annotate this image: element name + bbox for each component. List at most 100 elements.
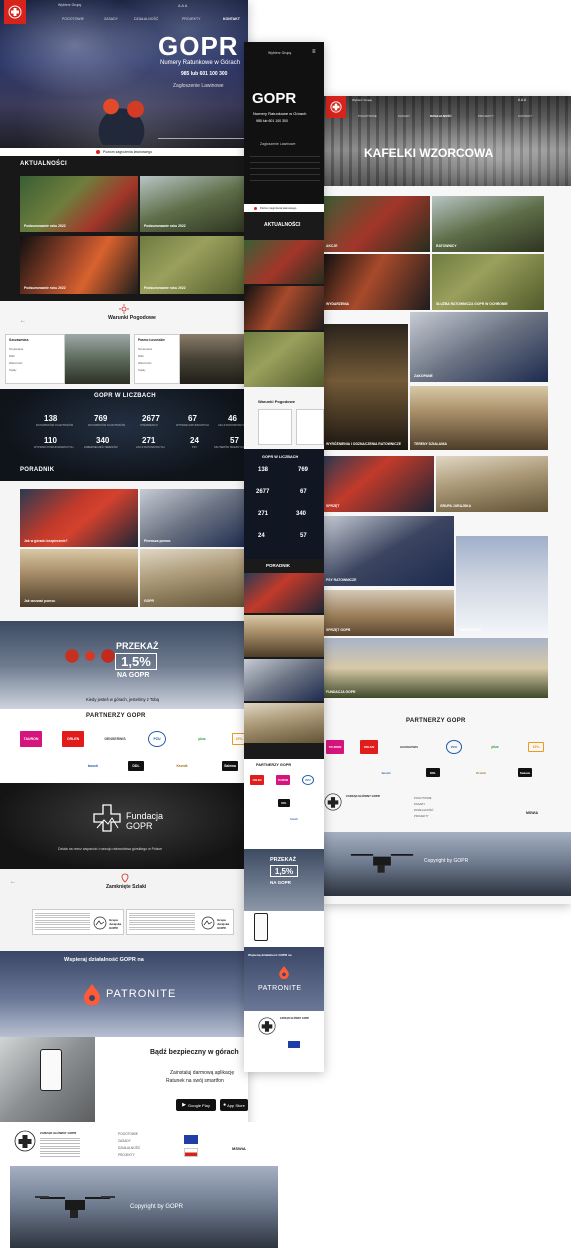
tile-card[interactable]: SŁUŻBA RATOWNICZA GOPR W OCHRONIE bbox=[432, 254, 544, 310]
stat-number: 138 bbox=[44, 414, 58, 423]
tile-card[interactable]: SPRZĘT GOPR bbox=[322, 590, 454, 636]
tile-card[interactable]: RATOWNICY bbox=[432, 196, 544, 252]
hero-signup[interactable]: Zagłoszenie Lawinowe bbox=[173, 83, 224, 89]
partner-logo-ddl[interactable]: DDL bbox=[128, 761, 144, 771]
partner-logo-plus[interactable]: plus bbox=[190, 733, 214, 745]
partner-logo-ddl[interactable]: DDL bbox=[278, 799, 290, 807]
mobile-promo[interactable]: PRZEKAŻ 1,5% NA GOPR bbox=[244, 849, 324, 911]
guide-card[interactable]: Pierwsza pomoc bbox=[140, 489, 248, 547]
partner-logo-tauron[interactable]: TAURON bbox=[276, 775, 290, 785]
partner-logo-15[interactable]: 15% bbox=[528, 742, 544, 752]
guide-card[interactable]: Jak w górach bezpiecznie? bbox=[20, 489, 138, 547]
mobile-news: AKTUALNOŚCI bbox=[244, 212, 324, 387]
tile-card[interactable]: ZAKOPANE bbox=[410, 312, 548, 382]
mobile-promo-percent: 1,5% bbox=[274, 866, 294, 876]
font-size-controls[interactable]: A A A bbox=[518, 98, 526, 102]
partner-logo-tauron[interactable]: TAURON bbox=[20, 731, 42, 747]
footer-link[interactable]: DZIAŁALNOŚĆ bbox=[414, 808, 433, 812]
closed-trail-card[interactable]: Grupa Jurajska GOPR bbox=[126, 909, 234, 935]
tile-card[interactable]: TERENY DZIAŁANIA bbox=[410, 386, 548, 450]
partner-logo-kronik[interactable]: Kronik bbox=[172, 761, 192, 771]
nav-item-dzialalnosc[interactable]: DZIAŁALNOŚĆ bbox=[430, 114, 452, 118]
mobile-news-card[interactable] bbox=[244, 332, 324, 387]
group-select[interactable]: Wybierz Grupę bbox=[352, 98, 372, 102]
mobile-group-select[interactable]: Wybierz Grupę bbox=[268, 51, 291, 55]
partner-logo-bosch[interactable]: bosch bbox=[82, 761, 104, 771]
nav-item-zasady[interactable]: ZASADY bbox=[104, 17, 118, 21]
mobile-patronite[interactable]: Wspieraj działalność GOPR na PATRONITE bbox=[244, 947, 324, 1011]
drone-icon bbox=[35, 1196, 115, 1218]
partner-logo-pzu[interactable]: PZU bbox=[302, 775, 314, 785]
fund-section[interactable]: Fundacja GOPR Działa na rzecz wsparcia i… bbox=[0, 783, 248, 869]
google-play-button[interactable]: ▶ Google Play bbox=[176, 1099, 216, 1111]
tile-card[interactable]: GRUPA JURAJSKA bbox=[436, 456, 548, 512]
news-card[interactable]: Podsumowanie roku 2022 bbox=[20, 236, 138, 294]
partner-logo-plus[interactable]: plus bbox=[484, 742, 506, 752]
mobile-guide-card[interactable] bbox=[244, 615, 324, 657]
nav-item-kontakt[interactable]: KONTAKT bbox=[518, 114, 532, 118]
gopr-logo[interactable] bbox=[4, 0, 26, 24]
tile-card[interactable]: FUNDACJA GOPR bbox=[322, 638, 548, 698]
footer-link[interactable]: PROJEKTY bbox=[414, 814, 429, 818]
avalanche-bar[interactable]: Poziom zagrożenia lawinowego bbox=[0, 148, 248, 156]
mobile-news-card[interactable] bbox=[244, 240, 324, 284]
footer-link[interactable]: POGOTOWIE bbox=[118, 1132, 138, 1136]
footer-link[interactable]: POGOTOWIE bbox=[414, 796, 432, 800]
fund-heading: Fundacja GOPR bbox=[126, 811, 164, 831]
partner-logo-orlen[interactable]: ORLEN bbox=[62, 731, 84, 747]
partner-logo-tauron[interactable]: TAURON bbox=[326, 740, 344, 754]
nav-item-projekty[interactable]: PROJEKTY bbox=[182, 17, 200, 21]
partner-logo-kronik[interactable]: Kronik bbox=[472, 768, 490, 777]
mobile-menu-icon[interactable]: ≡ bbox=[312, 49, 316, 55]
tile-card[interactable]: WYRÓŻNIENIA I ODZNACZENIA RATOWNICZE bbox=[322, 324, 408, 450]
tile-card[interactable]: WYDARZENIA bbox=[322, 254, 430, 310]
tile-card[interactable]: PSY RATOWNICZE bbox=[322, 516, 454, 586]
partner-logo-orlen[interactable]: ORLEN bbox=[360, 740, 378, 754]
mobile-avalanche-bar[interactable]: Poziom zagrożenia lawinowego bbox=[244, 204, 324, 212]
partner-logo-pzu[interactable]: PZU bbox=[148, 731, 166, 747]
group-select[interactable]: Wybierz Grupę bbox=[58, 3, 81, 7]
partner-logo-pzu[interactable]: PZU bbox=[446, 740, 462, 754]
partner-logo-genserwis[interactable]: GENSERWIS bbox=[100, 733, 130, 745]
gopr-logo[interactable] bbox=[326, 96, 346, 118]
partner-logo-salewa[interactable]: Salewa bbox=[222, 761, 238, 771]
nav-item-pogotowie[interactable]: POGOTOWIE bbox=[358, 114, 377, 118]
mobile-news-card[interactable] bbox=[244, 286, 324, 330]
patronite-section[interactable]: Wspieraj działalność GOPR na PATRONITE bbox=[0, 951, 248, 1037]
mobile-signup[interactable]: Zagłoszenie Lawinowe bbox=[260, 142, 295, 146]
tile-card[interactable] bbox=[322, 700, 571, 706]
partner-logo-genserwis[interactable]: GENSERWIS bbox=[396, 742, 422, 752]
mobile-guide-card[interactable] bbox=[244, 659, 324, 701]
partner-logo-ddl[interactable]: DDL bbox=[426, 768, 440, 777]
footer-link[interactable]: ZASADY bbox=[414, 802, 425, 806]
nav-item-kontakt[interactable]: KONTAKT bbox=[223, 17, 240, 21]
closed-trail-card[interactable]: Grupa Jurajska GOPR bbox=[32, 909, 124, 935]
mobile-guide-card[interactable] bbox=[244, 573, 324, 613]
mobile-hero: Wybierz Grupę ≡ GOPR Numery Ratunkowe w … bbox=[244, 42, 324, 204]
news-card[interactable]: Podsumowanie roku 2022 bbox=[140, 176, 248, 232]
partner-logo-bosch[interactable]: bosch bbox=[286, 815, 302, 823]
footer-link[interactable]: ZASADY bbox=[118, 1139, 131, 1143]
partner-logo-bosch[interactable]: bosch bbox=[376, 768, 396, 777]
nav-item-zasady[interactable]: ZASADY bbox=[398, 114, 410, 118]
app-store-button[interactable]: ● App Store bbox=[220, 1099, 248, 1111]
tile-card[interactable]: SPRZĘT bbox=[322, 456, 434, 512]
tile-card[interactable]: AKCJE bbox=[322, 196, 430, 252]
mobile-stat: 2677 bbox=[256, 489, 270, 495]
footer-link[interactable]: DZIAŁALNOŚĆ bbox=[118, 1146, 140, 1150]
nav-item-pogotowie[interactable]: POGOTOWIE bbox=[62, 17, 84, 21]
guide-card[interactable]: Jak wezwać pomoc bbox=[20, 549, 138, 607]
nav-item-dzialalnosc[interactable]: DZIAŁALNOŚĆ bbox=[134, 17, 158, 21]
nav-item-projekty[interactable]: PROJEKTY bbox=[478, 114, 494, 118]
closed-prev-arrow[interactable]: ← bbox=[10, 879, 16, 885]
mobile-guide-card[interactable] bbox=[244, 703, 324, 743]
font-size-controls[interactable]: A A A bbox=[178, 3, 187, 8]
partner-logo-orlen[interactable]: ORLEN bbox=[250, 775, 264, 785]
tile-card[interactable]: MULTIMEDIA bbox=[456, 536, 548, 636]
partner-logo-salewa[interactable]: Salewa bbox=[518, 768, 532, 777]
guide-card[interactable]: GOPR bbox=[140, 549, 248, 607]
news-card[interactable]: Podsumowanie roku 2022 bbox=[20, 176, 138, 232]
news-card[interactable]: Podsumowanie roku 2022 bbox=[140, 236, 248, 294]
footer-link[interactable]: PROJEKTY bbox=[118, 1153, 135, 1157]
weather-prev-arrow[interactable]: ← bbox=[20, 318, 26, 324]
